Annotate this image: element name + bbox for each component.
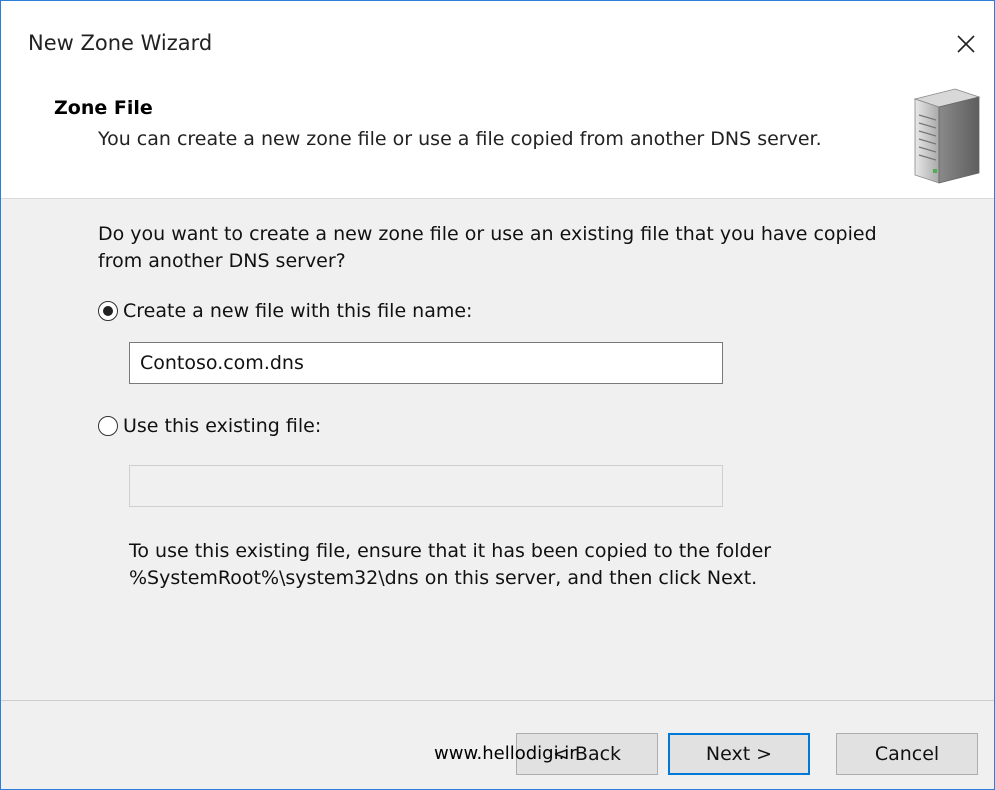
radio-use-existing-label: Use this existing file: bbox=[123, 415, 322, 437]
page-title: Zone File bbox=[54, 97, 153, 119]
info-text: To use this existing file, ensure that i… bbox=[129, 540, 772, 589]
wizard-header: Zone File You can create a new zone file… bbox=[1, 81, 994, 199]
new-file-name-input[interactable]: Contoso.com.dns bbox=[129, 342, 723, 384]
window-title: New Zone Wizard bbox=[28, 31, 213, 55]
cancel-button[interactable]: Cancel bbox=[836, 733, 978, 775]
title-bar: New Zone Wizard bbox=[1, 1, 994, 81]
radio-use-existing[interactable]: Use this existing file: bbox=[98, 415, 321, 437]
wizard-window: New Zone Wizard Zone File You can create… bbox=[0, 0, 995, 790]
watermark-text: www.hellodigi.ir bbox=[434, 743, 577, 764]
footer-divider bbox=[1, 700, 994, 701]
radio-create-new-label: Create a new file with this file name: bbox=[123, 300, 473, 322]
page-subtitle: You can create a new zone file or use a … bbox=[98, 128, 822, 150]
close-icon bbox=[957, 35, 975, 53]
close-button[interactable] bbox=[941, 19, 991, 69]
server-icon bbox=[913, 88, 981, 184]
radio-button-selected[interactable] bbox=[98, 301, 118, 321]
question-text: Do you want to create a new zone file or… bbox=[98, 223, 877, 272]
existing-file-input[interactable] bbox=[129, 465, 723, 507]
radio-button-unselected[interactable] bbox=[98, 416, 118, 436]
radio-create-new[interactable]: Create a new file with this file name: bbox=[98, 300, 472, 322]
next-button[interactable]: Next > bbox=[668, 733, 810, 775]
wizard-content: Do you want to create a new zone file or… bbox=[1, 199, 994, 698]
